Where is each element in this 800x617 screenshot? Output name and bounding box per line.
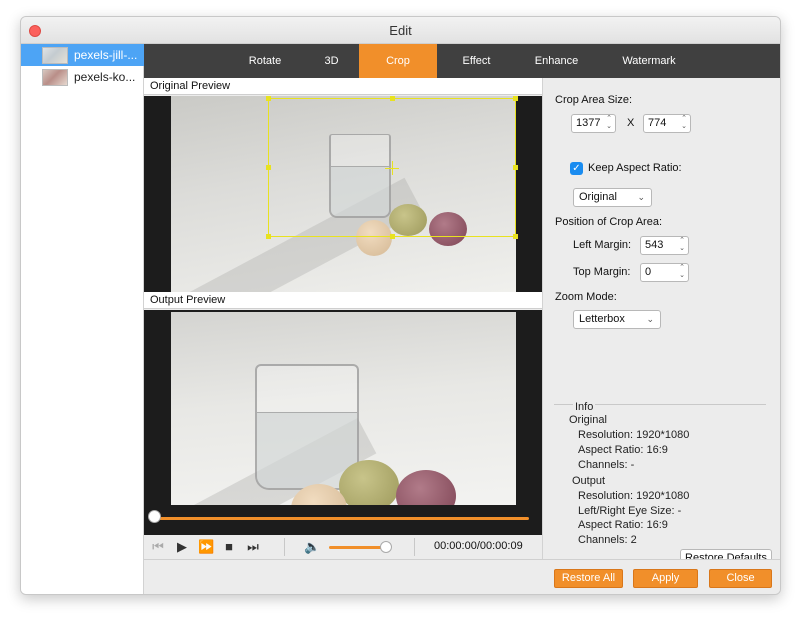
volume-slider-knob[interactable] [380,541,392,553]
tab-rotate[interactable]: Rotate [234,44,296,78]
crop-width-stepper[interactable]: 1377 ⌃ ⌄ [571,114,616,133]
info-output-eye-size: Left/Right Eye Size: - [578,505,682,517]
crop-height-value: 774 [648,117,667,129]
crop-handle-bottom-right[interactable] [513,234,518,239]
volume-slider[interactable] [329,546,385,549]
crop-area-size-label: Crop Area Size: [555,94,633,106]
tab-enhance[interactable]: Enhance [519,44,594,78]
crop-handle-bottom[interactable] [390,234,395,239]
output-preview [144,310,542,535]
info-output-aspect: Aspect Ratio: 16:9 [578,519,668,531]
chevron-down-icon: ⌄ [637,192,645,202]
output-preview-label: Output Preview [144,292,542,309]
crop-handle-bottom-left[interactable] [266,234,271,239]
info-original-heading: Original [569,414,607,426]
original-preview [144,96,542,292]
info-original-aspect: Aspect Ratio: 16:9 [578,444,668,456]
volume-icon[interactable]: 🔈 [304,537,320,557]
info-title: Info [573,401,596,413]
timeline-scrubber[interactable] [148,510,161,523]
zoom-mode-select[interactable]: Letterbox ⌄ [573,310,661,329]
info-output-channels: Channels: 2 [578,534,637,546]
restore-all-button[interactable]: Restore All [554,569,623,588]
tab-3d[interactable]: 3D [309,44,354,78]
top-margin-label: Top Margin: [573,266,631,278]
crop-handle-top-left[interactable] [266,96,271,101]
edit-window: Edit pexels-jill-... pexels-ko... Rotate… [20,16,781,595]
zoom-mode-label: Zoom Mode: [555,291,617,303]
crop-handle-right[interactable] [513,165,518,170]
original-preview-label: Original Preview [144,78,542,95]
top-margin-value: 0 [645,266,652,278]
crop-position-label: Position of Crop Area: [555,216,663,228]
tab-crop[interactable]: Crop [359,44,437,78]
file-thumbnail [42,68,68,86]
info-output-resolution: Resolution: 1920*1080 [578,490,690,502]
output-video-frame [171,312,516,505]
stepper-arrows-icon[interactable]: ⌃ ⌄ [679,237,685,253]
info-original-channels: Channels: - [578,459,635,471]
file-item-1[interactable]: pexels-jill-... [21,44,144,66]
aspect-ratio-value: Original [579,191,617,203]
file-name: pexels-jill-... [74,48,138,62]
keep-aspect-checkbox[interactable]: ✓ [570,162,583,175]
file-name: pexels-ko... [74,70,136,84]
left-margin-stepper[interactable]: 543 ⌃ ⌄ [640,236,689,255]
title-bar: Edit [21,17,780,44]
crop-handle-top[interactable] [390,96,395,101]
checkmark-icon: ✓ [572,163,581,174]
stepper-arrows-icon[interactable]: ⌃ ⌄ [606,115,612,131]
stepper-arrows-icon[interactable]: ⌃ ⌄ [681,115,687,131]
skip-end-icon[interactable]: ⏭ [245,537,261,557]
timecode: 00:00:00/00:00:09 [434,540,523,552]
tab-bar: Rotate 3D Crop Effect Enhance Watermark [144,44,780,78]
play-icon[interactable]: ▶ [174,537,190,557]
left-margin-label: Left Margin: [573,239,632,251]
left-margin-value: 543 [645,239,664,251]
macaron-pink-image [396,470,456,505]
keep-aspect-label: Keep Aspect Ratio: [588,162,682,174]
file-thumbnail [42,46,68,64]
crop-handle-left[interactable] [266,165,271,170]
crop-center-crosshair [392,161,393,175]
zoom-mode-value: Letterbox [579,313,625,325]
stepper-arrows-icon[interactable]: ⌃ ⌄ [679,264,685,280]
chevron-down-icon: ⌄ [646,314,654,324]
info-output-heading: Output [572,475,606,487]
crop-height-stepper[interactable]: 774 ⌃ ⌄ [643,114,691,133]
crop-settings-panel: Crop Area Size: 1377 ⌃ ⌄ X 774 ⌃ ⌄ ✓ Keep … [542,78,780,568]
stop-icon[interactable]: ■ [221,537,237,557]
apply-button[interactable]: Apply [633,569,698,588]
file-item-2[interactable]: pexels-ko... [21,66,144,88]
playback-controls: ⏮ ▶ ⏩ ■ ⏭ 🔈 00:00:00/00:00:09 [144,535,542,559]
tab-watermark[interactable]: Watermark [604,44,694,78]
close-button[interactable]: Close [709,569,772,588]
tab-effect[interactable]: Effect [444,44,509,78]
fast-forward-icon[interactable]: ⏩ [198,537,214,557]
crop-width-value: 1377 [576,117,601,129]
file-list-sidebar: pexels-jill-... pexels-ko... [21,44,144,594]
crop-size-x-label: X [627,117,635,129]
top-margin-stepper[interactable]: 0 ⌃ ⌄ [640,263,689,282]
playback-timeline[interactable] [154,517,529,520]
window-title: Edit [389,23,412,38]
aspect-ratio-select[interactable]: Original ⌄ [573,188,652,207]
skip-start-icon[interactable]: ⏮ [150,537,166,557]
macaron-green-image [339,460,399,505]
info-original-resolution: Resolution: 1920*1080 [578,429,690,441]
action-bar: Restore All Apply Close [144,559,780,594]
crop-handle-top-right[interactable] [513,96,518,101]
